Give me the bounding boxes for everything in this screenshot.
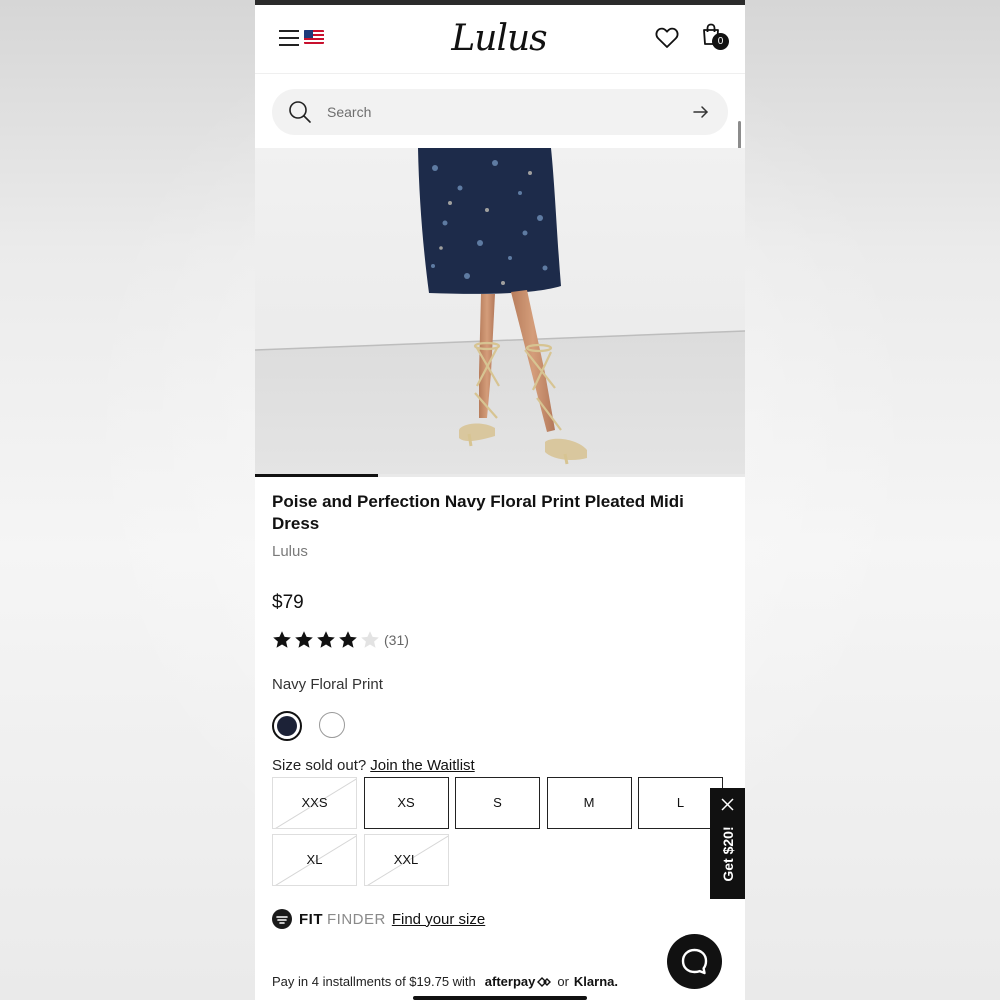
join-waitlist-link[interactable]: Join the Waitlist bbox=[370, 757, 474, 774]
size-sold-out-text: Size sold out? bbox=[272, 757, 367, 774]
size-option-xs[interactable]: XS bbox=[363, 777, 449, 829]
color-label: Navy Floral Print bbox=[272, 676, 383, 693]
arrow-right-icon[interactable] bbox=[692, 103, 710, 121]
chat-icon bbox=[681, 948, 708, 975]
afterpay-logo[interactable]: afterpay bbox=[485, 974, 536, 989]
shopping-bag-icon[interactable]: 0 bbox=[701, 23, 729, 51]
close-icon[interactable] bbox=[719, 796, 736, 813]
star-filled-icon bbox=[295, 631, 313, 648]
size-option-label: M bbox=[583, 795, 595, 810]
home-indicator bbox=[413, 996, 587, 1000]
search-input[interactable] bbox=[327, 101, 667, 123]
review-count[interactable]: (31) bbox=[384, 632, 409, 648]
waitlist-prompt: Size sold out? Join the Waitlist bbox=[272, 757, 475, 774]
promo-tab[interactable]: Get $20! bbox=[710, 788, 745, 899]
cart-count-badge: 0 bbox=[712, 33, 729, 50]
promo-label: Get $20! bbox=[720, 826, 736, 882]
carousel-progress bbox=[255, 474, 745, 477]
fit-finder-brand-strong: FIT bbox=[299, 910, 323, 928]
heart-icon[interactable] bbox=[655, 27, 679, 49]
size-option-xxl[interactable]: XXL bbox=[363, 834, 449, 886]
us-flag-icon[interactable] bbox=[304, 30, 324, 44]
star-empty-icon bbox=[361, 631, 379, 648]
product-image[interactable] bbox=[255, 148, 745, 476]
size-option-label: S bbox=[493, 795, 502, 810]
find-your-size-link[interactable]: Find your size bbox=[392, 911, 485, 928]
afterpay-arrows-icon bbox=[537, 976, 552, 987]
size-option-label: XXL bbox=[393, 852, 419, 867]
size-option-label: L bbox=[676, 795, 685, 810]
hamburger-icon[interactable] bbox=[279, 30, 299, 46]
installment-info: Pay in 4 installments of $19.75 with aft… bbox=[272, 974, 618, 989]
product-price: $79 bbox=[272, 592, 304, 613]
fit-finder-brand-light: FINDER bbox=[327, 910, 386, 928]
search-icon bbox=[289, 101, 311, 123]
star-rating[interactable]: (31) bbox=[272, 628, 409, 652]
lulus-logo[interactable]: Lulus bbox=[451, 17, 547, 61]
search-bar[interactable] bbox=[272, 89, 728, 135]
color-swatch-navy[interactable] bbox=[272, 711, 302, 741]
fit-finder: FIT FINDER Find your size bbox=[272, 908, 485, 930]
size-option-xl[interactable]: XL bbox=[272, 834, 357, 886]
mobile-viewport: Lulus 0 Search Poise and Perfection Navy… bbox=[255, 0, 745, 1000]
size-option-label: XXS bbox=[301, 795, 328, 810]
size-option-label: XL bbox=[306, 852, 323, 867]
fit-finder-icon bbox=[272, 909, 292, 929]
chat-button[interactable] bbox=[667, 934, 722, 989]
star-filled-icon bbox=[339, 631, 357, 648]
color-swatch-white[interactable] bbox=[319, 712, 345, 738]
site-header: Lulus 0 bbox=[255, 5, 745, 74]
star-filled-icon bbox=[273, 631, 291, 648]
klarna-logo[interactable]: Klarna. bbox=[574, 974, 618, 989]
size-option-m[interactable]: M bbox=[546, 777, 632, 829]
size-option-label: XS bbox=[397, 795, 415, 810]
size-option-xxs[interactable]: XXS bbox=[272, 777, 357, 829]
star-filled-icon bbox=[317, 631, 335, 648]
carousel-progress-fill bbox=[255, 474, 378, 477]
installment-text: Pay in 4 installments of $19.75 with bbox=[272, 974, 476, 989]
product-brand[interactable]: Lulus bbox=[272, 543, 308, 560]
product-title: Poise and Perfection Navy Floral Print P… bbox=[272, 492, 684, 533]
payment-or-text: or bbox=[557, 974, 569, 989]
size-option-s[interactable]: S bbox=[455, 777, 540, 829]
